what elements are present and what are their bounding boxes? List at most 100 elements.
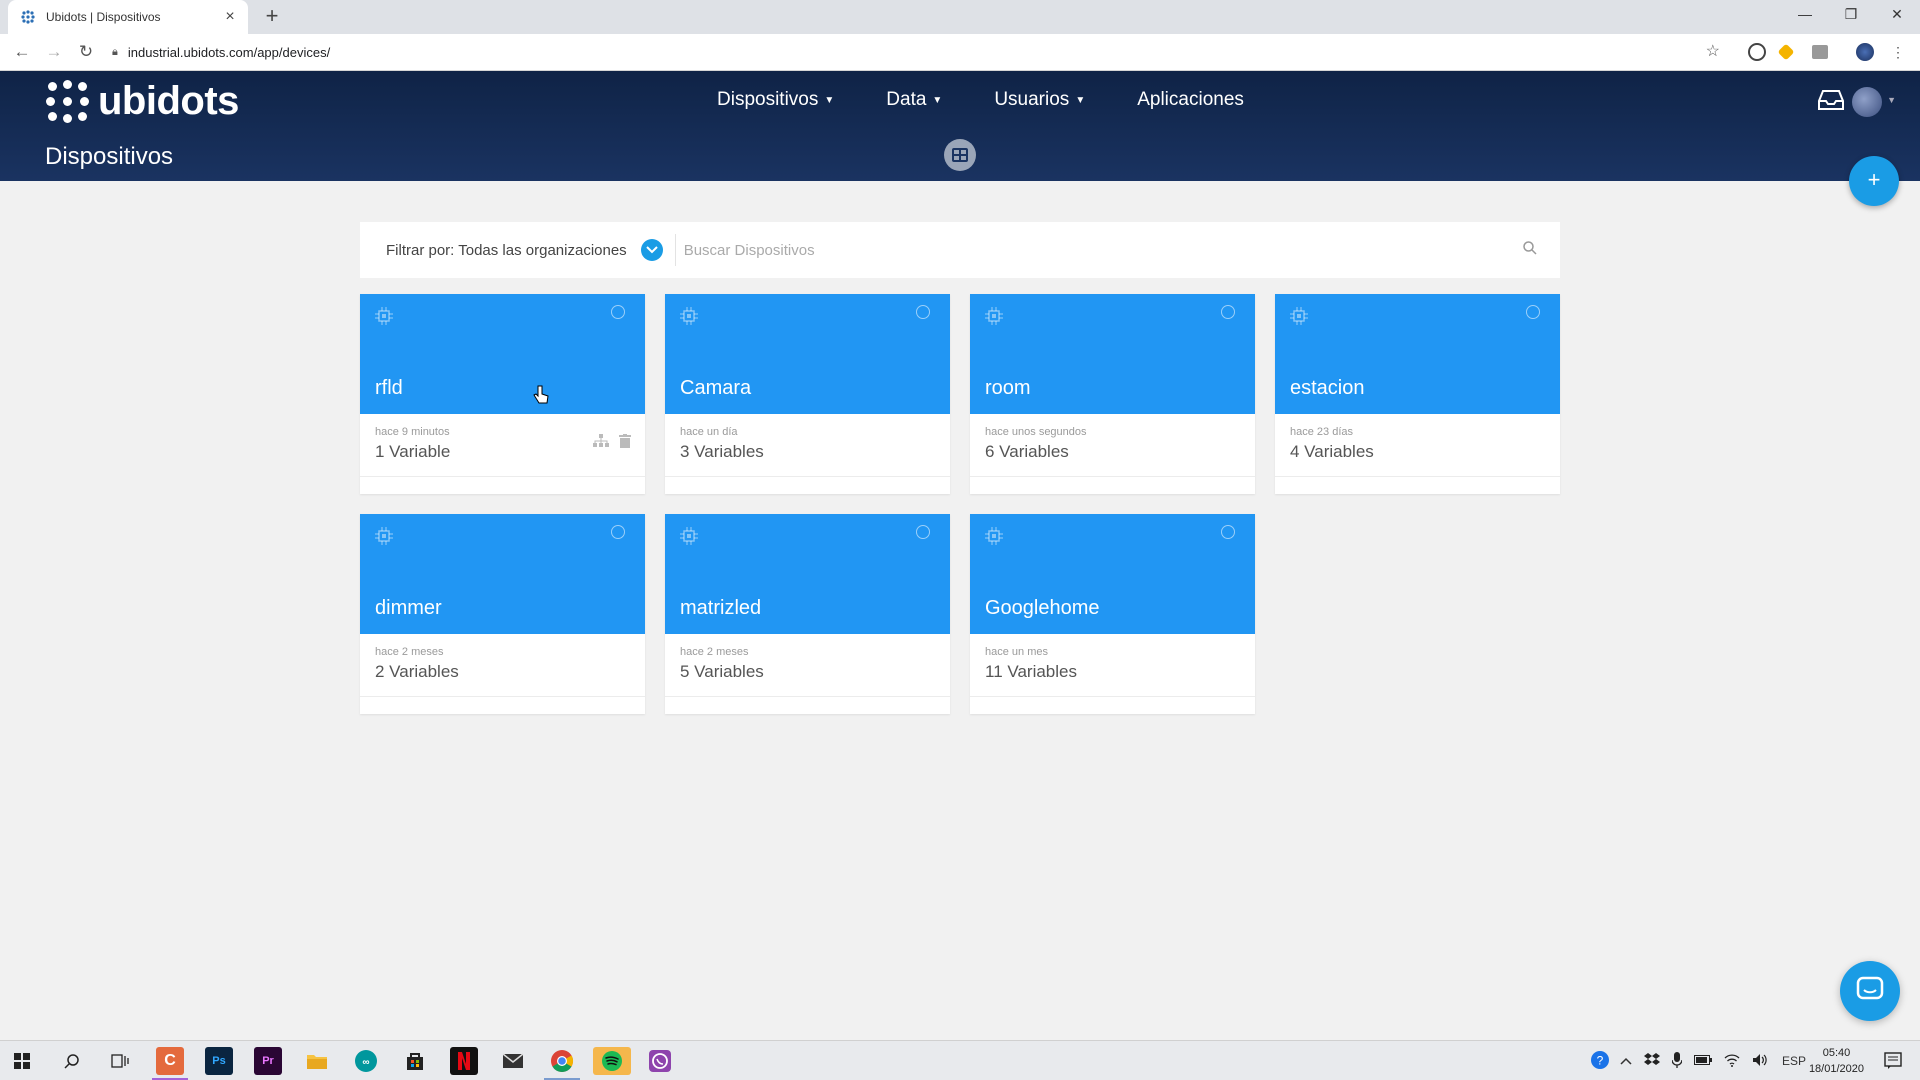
chevron-up-icon[interactable]	[1620, 1054, 1632, 1068]
chrome-icon[interactable]	[548, 1047, 576, 1075]
variable-count: 6 Variables	[985, 442, 1069, 461]
card-header[interactable]: estacion	[1275, 294, 1560, 414]
new-tab-icon[interactable]: +	[260, 5, 284, 29]
url-field[interactable]: 🔒︎ industrial.ubidots.com/app/devices/ ☆	[112, 38, 1732, 67]
netflix-icon[interactable]	[450, 1047, 478, 1075]
hierarchy-icon[interactable]	[593, 434, 609, 453]
back-icon[interactable]: ←	[10, 41, 34, 65]
card-header[interactable]: Camara	[665, 294, 950, 414]
select-checkbox[interactable]	[611, 525, 625, 539]
c-app-icon[interactable]: C	[156, 1047, 184, 1075]
divider	[360, 476, 645, 477]
cast-icon[interactable]	[1812, 45, 1828, 59]
wifi-icon[interactable]	[1724, 1053, 1740, 1070]
card-header[interactable]: rfld	[360, 294, 645, 414]
photoshop-icon[interactable]: Ps	[205, 1047, 233, 1075]
notifications-icon[interactable]	[1884, 1052, 1902, 1075]
device-card-googlehome[interactable]: Googlehome hace un mes 11 Variables	[970, 514, 1255, 714]
app-header: ubidots Dispositivos ▼ Data ▼ Usuarios ▼ Ap…	[0, 71, 1920, 181]
select-checkbox[interactable]	[611, 305, 625, 319]
whatsapp-icon[interactable]	[646, 1047, 674, 1075]
device-card-rfld[interactable]: rfld hace 9 minutos 1 Variable	[360, 294, 645, 494]
device-card-matrizled[interactable]: matrizled hace 2 meses 5 Variables	[665, 514, 950, 714]
device-name: estacion	[1290, 377, 1365, 399]
hand-cursor-icon	[533, 385, 549, 410]
browser-tab[interactable]: Ubidots | Dispositivos ×	[8, 0, 248, 34]
card-header[interactable]: matrizled	[665, 514, 950, 634]
select-checkbox[interactable]	[1221, 305, 1235, 319]
caret-down-icon: ▼	[1075, 94, 1086, 106]
divider	[665, 476, 950, 477]
trash-icon[interactable]	[619, 434, 631, 453]
help-icon[interactable]: ?	[1590, 1050, 1610, 1073]
main-nav: Dispositivos ▼ Data ▼ Usuarios ▼ Aplicacion…	[717, 89, 1296, 111]
search-input[interactable]	[683, 241, 1504, 259]
language-indicator[interactable]: ESP	[1782, 1054, 1806, 1068]
forward-icon[interactable]: →	[42, 41, 66, 65]
divider	[970, 476, 1255, 477]
browser-menu-icon[interactable]: ⋮	[1886, 41, 1910, 65]
nav-dispositivos[interactable]: Dispositivos ▼	[717, 89, 834, 111]
card-header[interactable]: dimmer	[360, 514, 645, 634]
device-card-estacion[interactable]: estacion hace 23 días 4 Variables	[1275, 294, 1560, 494]
store-icon[interactable]	[401, 1047, 429, 1075]
block-extension-icon[interactable]	[1748, 43, 1766, 61]
tab-close-icon[interactable]: ×	[222, 9, 238, 25]
user-avatar[interactable]	[1852, 87, 1882, 117]
select-checkbox[interactable]	[1221, 525, 1235, 539]
card-header[interactable]: Googlehome	[970, 514, 1255, 634]
premiere-icon[interactable]: Pr	[254, 1047, 282, 1075]
clock-time: 05:40	[1822, 1047, 1851, 1059]
minimize-icon[interactable]: —	[1782, 0, 1828, 30]
chip-icon	[1289, 306, 1309, 326]
select-checkbox[interactable]	[1526, 305, 1540, 319]
chip-icon	[984, 306, 1004, 326]
caret-down-icon[interactable]: ▼	[1887, 95, 1896, 105]
task-view-icon[interactable]	[106, 1047, 134, 1075]
filter-bar: Filtrar por: Todas las organizaciones	[360, 222, 1560, 278]
nav-usuarios[interactable]: Usuarios ▼	[994, 89, 1085, 111]
logo-text: ubidots	[98, 79, 239, 123]
search-icon[interactable]	[1522, 240, 1538, 261]
chip-icon	[679, 526, 699, 546]
extension-icon[interactable]	[1777, 43, 1795, 61]
ubidots-favicon-icon	[20, 9, 36, 25]
card-actions	[583, 434, 631, 453]
bookmark-star-icon[interactable]: ☆	[1706, 41, 1720, 61]
mail-icon[interactable]	[499, 1047, 527, 1075]
add-device-button[interactable]: +	[1849, 156, 1899, 206]
windows-start-icon[interactable]	[8, 1047, 36, 1075]
reload-icon[interactable]: ↻	[74, 41, 98, 65]
search-icon[interactable]	[58, 1047, 86, 1075]
device-card-room[interactable]: room hace unos segundos 6 Variables	[970, 294, 1255, 494]
dropbox-icon[interactable]	[1644, 1052, 1660, 1070]
nav-aplicaciones[interactable]: Aplicaciones	[1137, 89, 1244, 111]
nav-data[interactable]: Data ▼	[886, 89, 942, 111]
select-checkbox[interactable]	[916, 525, 930, 539]
card-header[interactable]: room	[970, 294, 1255, 414]
organization-filter-label[interactable]: Filtrar por: Todas las organizaciones	[386, 242, 627, 259]
profile-avatar-icon[interactable]	[1856, 43, 1874, 61]
ubidots-logo[interactable]: ubidots	[46, 79, 239, 124]
spotify-icon[interactable]	[593, 1047, 631, 1075]
last-activity: hace 23 días	[1290, 426, 1353, 438]
device-card-camara[interactable]: Camara hace un día 3 Variables	[665, 294, 950, 494]
svg-text:?: ?	[1597, 1053, 1604, 1067]
clock[interactable]: 05:40 18/01/2020	[1809, 1045, 1864, 1077]
chat-support-button[interactable]	[1840, 961, 1900, 1021]
device-name: room	[985, 377, 1031, 399]
inbox-icon[interactable]	[1818, 89, 1844, 116]
device-card-dimmer[interactable]: dimmer hace 2 meses 2 Variables	[360, 514, 645, 714]
last-activity: hace 9 minutos	[375, 426, 450, 438]
microphone-icon[interactable]	[1671, 1051, 1683, 1071]
select-checkbox[interactable]	[916, 305, 930, 319]
file-explorer-icon[interactable]	[303, 1047, 331, 1075]
chevron-down-icon[interactable]	[640, 239, 663, 261]
restore-icon[interactable]: ❐	[1828, 0, 1874, 30]
battery-icon[interactable]	[1694, 1054, 1712, 1068]
arduino-icon[interactable]: ∞	[352, 1047, 380, 1075]
device-name: rfld	[375, 377, 403, 399]
table-view-icon[interactable]	[944, 139, 976, 171]
window-close-icon[interactable]: ✕	[1874, 0, 1920, 30]
volume-icon[interactable]	[1752, 1053, 1768, 1070]
